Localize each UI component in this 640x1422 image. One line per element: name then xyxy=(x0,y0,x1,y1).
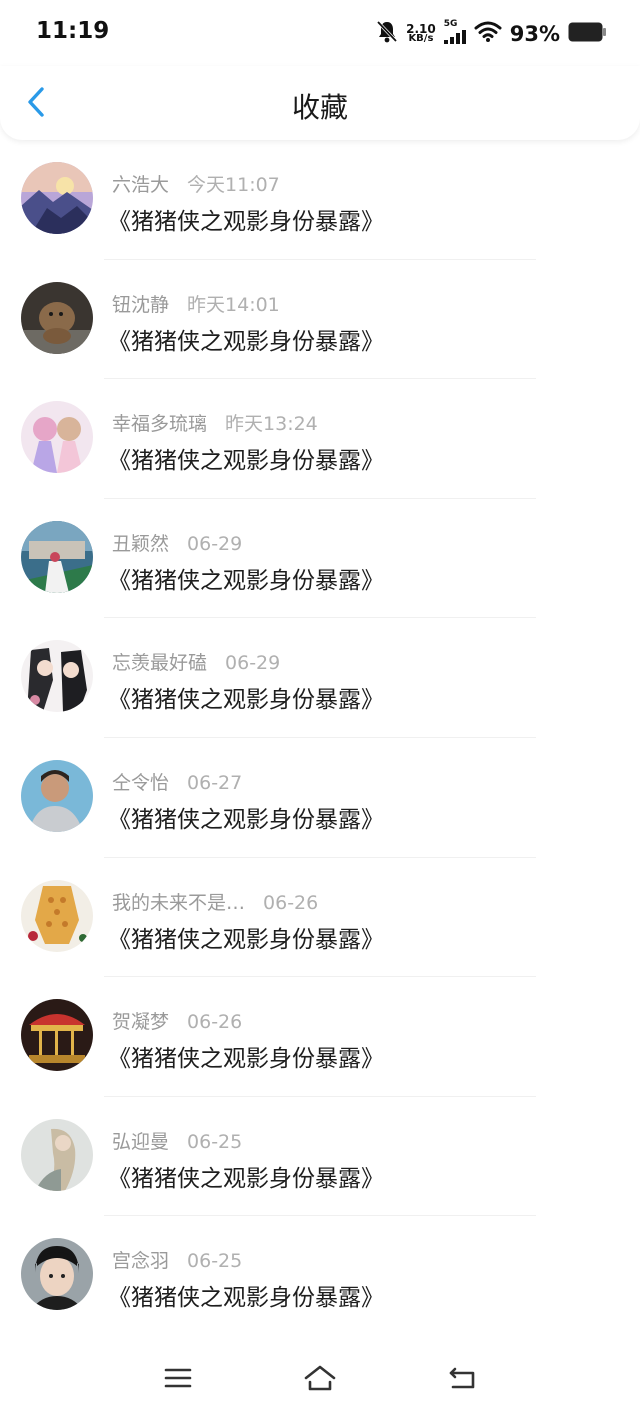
post-time: 昨天14:01 xyxy=(187,293,280,316)
home-button[interactable] xyxy=(302,1364,338,1396)
story-title: 《猪猪侠之观影身份暴露》 xyxy=(108,806,384,833)
post-time: 今天11:07 xyxy=(187,174,280,196)
wifi-icon xyxy=(474,21,502,47)
back-nav-button[interactable] xyxy=(444,1364,480,1396)
signal-icon xyxy=(443,29,466,48)
avatar xyxy=(21,879,93,952)
favorite-item[interactable]: 我的未来不是… 06-26 《猪猪侠之观影身份暴露》 xyxy=(0,858,640,978)
item-meta: 仝令怡 06-27 xyxy=(112,768,242,795)
post-time: 06-26 xyxy=(187,1011,243,1034)
story-title: 《猪猪侠之观影身份暴露》 xyxy=(108,1165,384,1192)
item-meta: 丑颖然 06-29 xyxy=(112,529,242,556)
user-name: 贺凝梦 xyxy=(112,1011,170,1034)
system-nav-bar xyxy=(0,1340,640,1422)
menu-icon xyxy=(164,1367,192,1393)
post-time: 06-27 xyxy=(187,771,243,794)
battery-percent: 93% xyxy=(509,22,560,46)
favorite-item[interactable]: 钮沈静 昨天14:01 《猪猪侠之观影身份暴露》 xyxy=(0,260,640,380)
user-name: 忘羡最好磕 xyxy=(112,652,208,675)
item-meta: 宫念羽 06-25 xyxy=(112,1246,242,1273)
post-time: 06-25 xyxy=(187,1130,243,1153)
story-title: 《猪猪侠之观影身份暴露》 xyxy=(108,328,384,355)
favorite-item[interactable]: 仝令怡 06-27 《猪猪侠之观影身份暴露》 xyxy=(0,738,640,858)
status-bar: 11:19 2.10 KB/s 5G 93% xyxy=(0,0,640,66)
header-bar: 收藏 xyxy=(0,66,640,140)
item-meta: 我的未来不是… 06-26 xyxy=(112,888,318,915)
network-type: 5G xyxy=(443,19,458,29)
battery-icon xyxy=(568,22,606,46)
favorite-item[interactable]: 六浩大 今天11:07 《猪猪侠之观影身份暴露》 xyxy=(0,140,640,260)
user-name: 弘迎曼 xyxy=(112,1130,170,1153)
home-icon xyxy=(303,1364,337,1396)
menu-button[interactable] xyxy=(160,1364,196,1396)
item-meta: 贺凝梦 06-26 xyxy=(112,1007,242,1034)
favorite-item[interactable]: 忘羡最好磕 06-29 《猪猪侠之观影身份暴露》 xyxy=(0,618,640,738)
status-time: 11:19 xyxy=(36,18,110,44)
story-title: 《猪猪侠之观影身份暴露》 xyxy=(108,567,384,594)
avatar xyxy=(21,401,93,474)
item-meta: 弘迎曼 06-25 xyxy=(112,1127,242,1154)
user-name: 钮沈静 xyxy=(112,293,170,316)
avatar xyxy=(21,1238,93,1311)
user-name: 六浩大 xyxy=(112,174,170,196)
item-meta: 钮沈静 昨天14:01 xyxy=(112,290,280,317)
post-time: 06-29 xyxy=(187,532,243,555)
avatar xyxy=(21,1118,93,1191)
cellular-signal: 5G xyxy=(443,19,466,48)
page-title: 收藏 xyxy=(291,91,348,124)
user-name: 仝令怡 xyxy=(112,771,170,794)
story-title: 《猪猪侠之观影身份暴露》 xyxy=(108,1046,384,1073)
user-name: 丑颖然 xyxy=(112,532,170,555)
favorite-item[interactable]: 宫念羽 06-25 《猪猪侠之观影身份暴露》 xyxy=(0,1216,640,1336)
avatar xyxy=(21,759,93,832)
story-title: 《猪猪侠之观影身份暴露》 xyxy=(108,687,384,714)
favorites-list: 六浩大 今天11:07 《猪猪侠之观影身份暴露》 钮沈静 昨天14:01 《猪猪侠之… xyxy=(0,140,640,1336)
avatar xyxy=(21,640,93,713)
bell-muted-icon xyxy=(376,20,398,48)
story-title: 《猪猪侠之观影身份暴露》 xyxy=(108,448,384,475)
user-name: 我的未来不是… xyxy=(112,891,246,914)
favorite-item[interactable]: 幸福多琉璃 昨天13:24 《猪猪侠之观影身份暴露》 xyxy=(0,379,640,499)
story-title: 《猪猪侠之观影身份暴露》 xyxy=(108,1285,384,1312)
avatar xyxy=(21,999,93,1072)
story-title: 《猪猪侠之观影身份暴露》 xyxy=(108,926,384,953)
favorite-item[interactable]: 弘迎曼 06-25 《猪猪侠之观影身份暴露》 xyxy=(0,1097,640,1217)
item-meta: 幸福多琉璃 昨天13:24 xyxy=(112,409,318,436)
post-time: 昨天13:24 xyxy=(225,413,318,436)
favorite-item[interactable]: 丑颖然 06-29 《猪猪侠之观影身份暴露》 xyxy=(0,499,640,619)
item-meta: 忘羡最好磕 06-29 xyxy=(112,648,280,675)
story-title: 《猪猪侠之观影身份暴露》 xyxy=(108,209,384,235)
back-nav-icon xyxy=(447,1365,477,1395)
item-meta: 六浩大 今天11:07 xyxy=(112,170,280,197)
post-time: 06-25 xyxy=(187,1250,243,1273)
net-speed: 2.10 KB/s xyxy=(406,23,436,44)
post-time: 06-26 xyxy=(263,891,319,914)
user-name: 幸福多琉璃 xyxy=(112,413,208,436)
avatar xyxy=(21,162,93,234)
post-time: 06-29 xyxy=(225,652,281,675)
favorite-item[interactable]: 贺凝梦 06-26 《猪猪侠之观影身份暴露》 xyxy=(0,977,640,1097)
net-speed-unit: KB/s xyxy=(408,33,434,44)
avatar xyxy=(21,520,93,593)
status-indicators: 2.10 KB/s 5G 93% xyxy=(376,18,606,50)
avatar xyxy=(21,281,93,354)
user-name: 宫念羽 xyxy=(112,1250,170,1273)
